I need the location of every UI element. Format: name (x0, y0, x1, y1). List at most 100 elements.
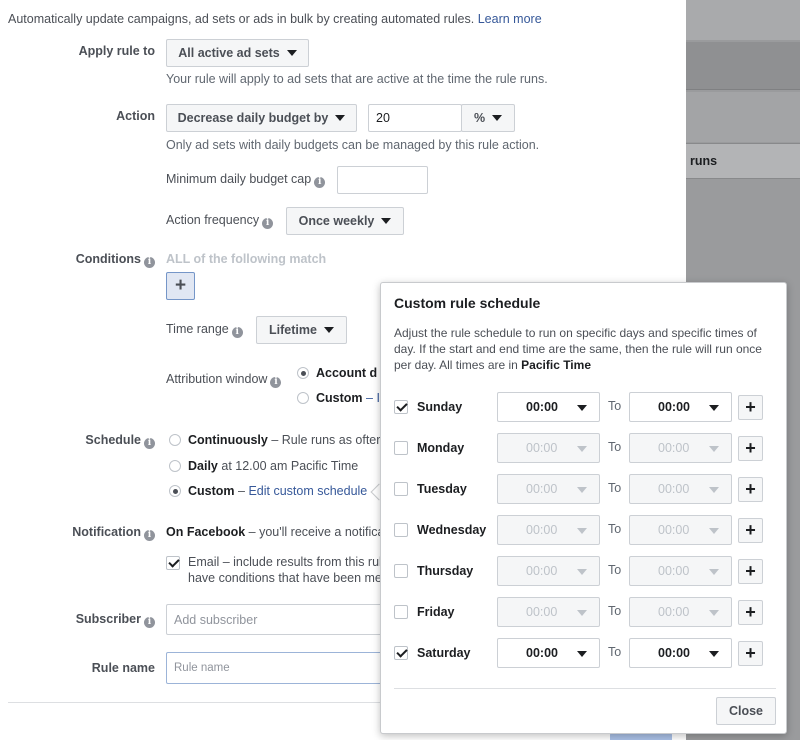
add-time-range-button[interactable]: + (738, 436, 763, 461)
rule-name-input[interactable]: Rule name (166, 652, 396, 684)
schedule-daily-radio[interactable] (169, 460, 181, 472)
action-amount-input[interactable]: 20 (368, 104, 462, 132)
action-unit-dropdown[interactable]: % (461, 104, 515, 132)
to-label: To (608, 522, 622, 536)
schedule-day-row: Saturday 00:00 To 00:00 + (381, 638, 788, 668)
add-time-range-button[interactable]: + (738, 477, 763, 502)
info-icon[interactable]: i (270, 377, 282, 388)
start-time-dropdown[interactable]: 00:00 (497, 392, 600, 422)
end-time-dropdown[interactable]: 00:00 (629, 597, 732, 627)
create-button-partial[interactable] (610, 733, 672, 740)
daily-desc: at 12.00 am Pacific Time (221, 459, 359, 473)
schedule-label: Schedule i (0, 433, 155, 449)
close-button[interactable]: Close (716, 697, 776, 725)
action-frequency-text: Action frequency (166, 213, 260, 227)
time-value: 00:00 (526, 482, 558, 496)
start-time-dropdown[interactable]: 00:00 (497, 515, 600, 545)
end-time-dropdown[interactable]: 00:00 (629, 474, 732, 504)
info-icon[interactable]: i (144, 438, 155, 449)
schedule-day-row: Thursday 00:00 To 00:00 + (381, 556, 788, 586)
day-label: Sunday (417, 400, 463, 414)
chevron-down-icon (709, 569, 719, 575)
end-time-dropdown[interactable]: 00:00 (629, 515, 732, 545)
schedule-custom-label: Custom – Edit custom schedule (188, 484, 367, 498)
add-time-range-button[interactable]: + (738, 641, 763, 666)
conditions-label: Conditions i (0, 252, 155, 268)
add-time-range-button[interactable]: + (738, 395, 763, 420)
start-time-dropdown[interactable]: 00:00 (497, 433, 600, 463)
rule-name-label: Rule name (91, 661, 155, 675)
notification-label: Notification i (0, 525, 155, 541)
to-label: To (608, 563, 622, 577)
start-time-dropdown[interactable]: 00:00 (497, 474, 600, 504)
action-dropdown[interactable]: Decrease daily budget by (166, 104, 357, 132)
day-checkbox[interactable] (394, 441, 408, 455)
schedule-continuously-radio[interactable] (169, 434, 181, 446)
popup-title: Custom rule schedule (394, 295, 541, 311)
time-value: 00:00 (658, 605, 690, 619)
email-checkbox[interactable] (166, 556, 180, 570)
action-frequency-value: Once weekly (298, 214, 375, 228)
info-icon[interactable]: i (144, 257, 155, 268)
start-time-dropdown[interactable]: 00:00 (497, 597, 600, 627)
learn-more-link[interactable]: Learn more (478, 12, 542, 26)
attribution-custom-radio[interactable] (297, 392, 309, 404)
add-condition-button[interactable]: + (166, 272, 195, 300)
start-time-dropdown[interactable]: 00:00 (497, 638, 600, 668)
day-checkbox[interactable] (394, 646, 408, 660)
day-checkbox[interactable] (394, 564, 408, 578)
day-checkbox[interactable] (394, 400, 408, 414)
time-value: 00:00 (526, 400, 558, 414)
continuously-text: Continuously (188, 433, 268, 447)
plus-icon: + (745, 602, 756, 622)
end-time-dropdown[interactable]: 00:00 (629, 556, 732, 586)
attribution-window-label: Attribution window i (166, 372, 282, 388)
end-time-dropdown[interactable]: 00:00 (629, 433, 732, 463)
attribution-custom-text: Custom (316, 391, 363, 405)
email-line-2: have conditions that have been met (188, 571, 386, 585)
day-label: Tuesday (417, 482, 467, 496)
time-value: 00:00 (526, 523, 558, 537)
plus-icon: + (745, 561, 756, 581)
end-time-dropdown[interactable]: 00:00 (629, 638, 732, 668)
add-time-range-button[interactable]: + (738, 518, 763, 543)
schedule-custom-radio[interactable] (169, 485, 181, 497)
add-time-range-button[interactable]: + (738, 559, 763, 584)
end-time-dropdown[interactable]: 00:00 (629, 392, 732, 422)
subscriber-input[interactable]: Add subscriber (166, 604, 396, 635)
runs-column-label: runs (690, 154, 718, 168)
background-row (686, 92, 800, 142)
info-icon[interactable]: i (231, 327, 243, 338)
info-icon[interactable]: i (262, 218, 274, 229)
day-checkbox[interactable] (394, 605, 408, 619)
background-row (686, 0, 800, 40)
chevron-down-icon (577, 405, 587, 411)
action-unit-value: % (473, 111, 486, 125)
attribution-custom-link[interactable]: – I (366, 391, 380, 405)
day-label: Friday (417, 605, 455, 619)
rule-name-placeholder: Rule name (174, 662, 230, 674)
time-value: 00:00 (658, 441, 690, 455)
chevron-down-icon (577, 528, 587, 534)
add-time-range-button[interactable]: + (738, 600, 763, 625)
edit-custom-schedule-link[interactable]: Edit custom schedule (248, 484, 367, 498)
plus-icon: + (745, 397, 756, 417)
chevron-down-icon (577, 651, 587, 657)
day-label: Saturday (417, 646, 471, 660)
attribution-account-radio[interactable] (297, 367, 309, 379)
min-budget-cap-input[interactable] (337, 166, 428, 194)
schedule-day-row: Wednesday 00:00 To 00:00 + (381, 515, 788, 545)
info-icon[interactable]: i (314, 177, 326, 188)
day-checkbox[interactable] (394, 523, 408, 537)
action-frequency-dropdown[interactable]: Once weekly (286, 207, 404, 235)
info-icon[interactable]: i (144, 530, 155, 541)
time-range-value: Lifetime (269, 323, 317, 337)
action-value: Decrease daily budget by (177, 111, 329, 125)
info-icon[interactable]: i (144, 617, 155, 628)
plus-icon: + (745, 520, 756, 540)
time-value: 00:00 (526, 646, 558, 660)
apply-rule-dropdown[interactable]: All active ad sets (166, 39, 309, 67)
time-range-dropdown[interactable]: Lifetime (256, 316, 347, 344)
start-time-dropdown[interactable]: 00:00 (497, 556, 600, 586)
day-checkbox[interactable] (394, 482, 408, 496)
